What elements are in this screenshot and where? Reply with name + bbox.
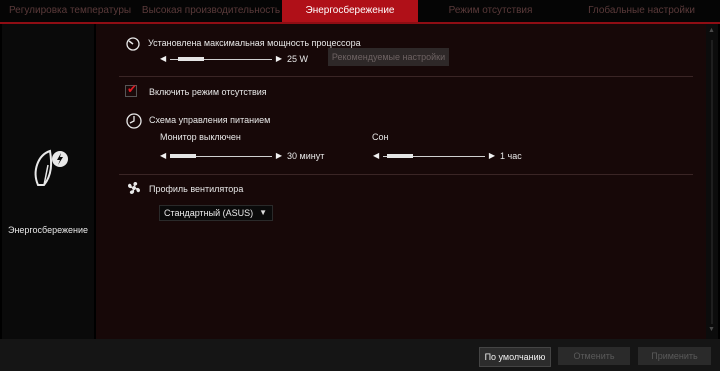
away-mode-label: Включить режим отсутствия — [149, 87, 267, 97]
tab-high-performance[interactable]: Высокая производительность — [140, 0, 282, 22]
vertical-scrollbar[interactable]: ▲ ▼ — [706, 24, 718, 339]
footer-bar: По умолчанию Отменить Применить — [0, 339, 720, 371]
check-icon: ✔ — [127, 82, 138, 96]
fan-profile-value: Стандартный (ASUS) — [164, 208, 254, 218]
slider-left-arrow[interactable]: ◀ — [160, 151, 166, 161]
power-limit-slider[interactable]: ◀ ▶ — [160, 54, 282, 64]
clock-icon — [126, 113, 142, 134]
sleep-label: Сон — [372, 132, 389, 142]
tab-bar: Регулировка температуры Высокая производ… — [0, 0, 720, 22]
leaf-power-icon — [30, 145, 72, 198]
slider-thumb[interactable] — [177, 57, 204, 61]
scroll-up-icon[interactable]: ▲ — [708, 27, 715, 34]
gauge-icon — [126, 37, 140, 56]
fan-icon — [126, 180, 142, 201]
scroll-track[interactable] — [711, 40, 713, 324]
monitor-off-slider[interactable]: ◀ ▶ — [160, 151, 282, 161]
divider — [119, 174, 693, 175]
monitor-off-label: Монитор выключен — [160, 132, 241, 142]
sleep-value: 1 час — [500, 151, 522, 161]
slider-right-arrow[interactable]: ▶ — [276, 151, 282, 161]
slider-left-arrow[interactable]: ◀ — [160, 54, 166, 64]
tab-away-mode[interactable]: Режим отсутствия — [418, 0, 563, 22]
away-mode-checkbox[interactable]: ✔ — [125, 82, 138, 97]
slider-right-arrow[interactable]: ▶ — [276, 54, 282, 64]
fan-profile-label: Профиль вентилятора — [149, 184, 244, 194]
power-limit-label: Установлена максимальная мощность процес… — [148, 38, 361, 48]
tab-energy-saving[interactable]: Энергосбережение — [282, 0, 418, 22]
recommended-settings-button[interactable]: Рекомендуемые настройки — [328, 48, 449, 66]
slider-thumb[interactable] — [386, 154, 413, 158]
tab-global-settings[interactable]: Глобальные настройки — [563, 0, 720, 22]
main-panel — [96, 24, 706, 339]
sleep-slider[interactable]: ◀ ▶ — [373, 151, 495, 161]
tab-temperature[interactable]: Регулировка температуры — [0, 0, 140, 22]
apply-button[interactable]: Применить — [638, 347, 711, 365]
cancel-button[interactable]: Отменить — [558, 347, 630, 365]
sidebar: Энергосбережение — [2, 24, 94, 339]
sidebar-label: Энергосбережение — [7, 225, 89, 235]
monitor-off-value: 30 минут — [287, 151, 325, 161]
scroll-down-icon[interactable]: ▼ — [708, 326, 715, 333]
default-button[interactable]: По умолчанию — [479, 347, 551, 367]
fan-profile-select[interactable]: Стандартный (ASUS) ▼ — [159, 205, 273, 221]
slider-left-arrow[interactable]: ◀ — [373, 151, 379, 161]
divider — [119, 76, 693, 77]
power-plan-label: Схема управления питанием — [149, 115, 271, 125]
slider-right-arrow[interactable]: ▶ — [489, 151, 495, 161]
slider-thumb[interactable] — [170, 154, 196, 158]
power-limit-value: 25 W — [287, 54, 309, 64]
chevron-down-icon: ▼ — [259, 208, 267, 217]
